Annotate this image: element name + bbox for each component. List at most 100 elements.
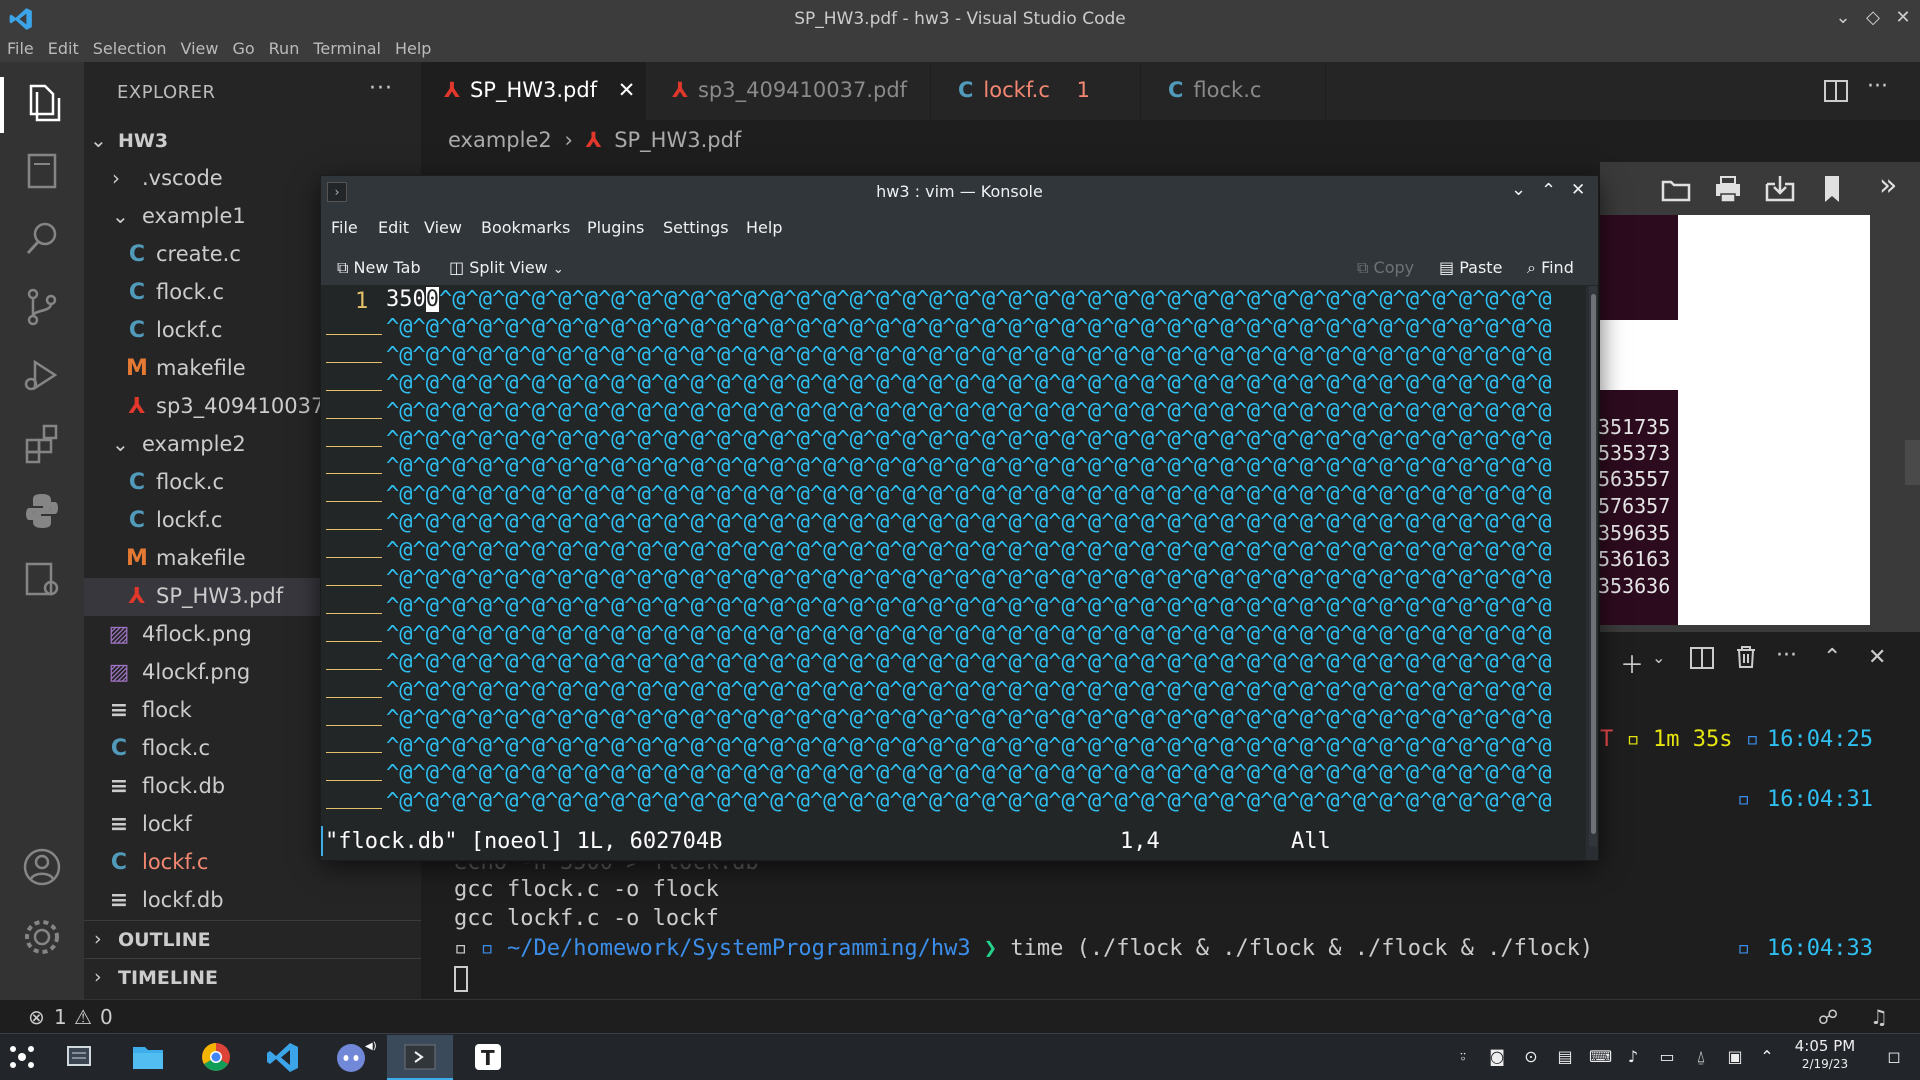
vim-buffer-line: ^@^@^@^@^@^@^@^@^@^@^@^@^@^@^@^@^@^@^@^@… [386, 370, 1552, 396]
konsole-terminal[interactable]: 1 3500^@^@^@^@^@^@^@^@^@^@^@^@^@^@^@^@^@… [321, 286, 1586, 860]
keyboard-tray-icon[interactable]: ⌨ [1589, 1047, 1612, 1067]
timeline-section[interactable]: › TIMELINE [84, 958, 421, 996]
file-manager-app[interactable] [115, 1035, 181, 1080]
media-tray-icon[interactable]: ⊙ [1521, 1047, 1541, 1067]
workspace-root[interactable]: ⌄ HW3 [84, 122, 421, 160]
split-editor-icon[interactable] [1824, 80, 1848, 102]
menu-file[interactable]: File [0, 38, 41, 58]
extensions-icon[interactable] [17, 418, 67, 468]
discord-tray-icon[interactable]: ◙ [1487, 1047, 1507, 1067]
chevron-up-icon[interactable]: ⌃ [1823, 645, 1841, 670]
explorer-icon[interactable] [17, 78, 67, 128]
maximize-icon[interactable]: ⌃ [1541, 180, 1556, 201]
vscode-app[interactable] [251, 1035, 317, 1080]
chevron-right-icon: › [112, 166, 120, 190]
warning-count[interactable]: 0 [100, 1005, 113, 1029]
menu-run[interactable]: Run [262, 38, 307, 58]
clipboard-tray-icon[interactable]: ▤ [1555, 1047, 1575, 1067]
split-view-button[interactable]: ◫ Split View ⌄ [449, 258, 564, 277]
print-icon[interactable] [1711, 172, 1745, 206]
download-icon[interactable] [1763, 172, 1797, 206]
tab-flock-c[interactable]: Cflock.c [1141, 62, 1326, 120]
discord-app[interactable]: ◀) [319, 1035, 385, 1080]
menu-terminal[interactable]: Terminal [306, 38, 388, 58]
minimize-icon[interactable]: ⌄ [1511, 179, 1526, 200]
error-icon[interactable]: ⊗ [28, 1005, 45, 1029]
close-tab-icon[interactable]: ✕ [618, 78, 636, 102]
app-launcher[interactable] [0, 1035, 44, 1080]
svg-text:T: T [481, 1046, 495, 1070]
notebook-icon[interactable] [17, 146, 67, 196]
breadcrumb-folder[interactable]: example2 [448, 128, 552, 152]
double-chevron-right-icon[interactable]: » [1879, 168, 1897, 203]
accounts-feedback-icon[interactable]: ☍ [1818, 1005, 1838, 1029]
trash-icon[interactable] [1735, 645, 1757, 669]
konsole-menu-edit[interactable]: Edit [378, 218, 409, 237]
new-tab-button[interactable]: ⧉ New Tab [337, 258, 421, 278]
updates-tray-icon[interactable]: ⍤ [1453, 1047, 1473, 1067]
tree-item-lockf-db[interactable]: ≡ lockf.db [84, 882, 421, 920]
chrome-app[interactable] [183, 1035, 249, 1080]
more-actions-icon[interactable]: ··· [1867, 74, 1888, 99]
more-actions-icon[interactable]: ··· [369, 76, 393, 101]
split-terminal-icon[interactable] [1690, 647, 1714, 669]
pdf-number: 359635 [1598, 521, 1671, 545]
maximize-icon[interactable]: ◇ [1858, 7, 1888, 28]
volume-tray-icon[interactable]: ♪ [1623, 1047, 1643, 1067]
show-desktop-icon[interactable]: ◻ [1884, 1047, 1904, 1067]
tab-lockf-c[interactable]: Clockf.c 1 [931, 62, 1141, 120]
close-panel-icon[interactable]: ✕ [1868, 645, 1886, 670]
notifications-bell-icon[interactable]: ♫ [1870, 1005, 1888, 1029]
source-control-icon[interactable] [17, 282, 67, 332]
menu-help[interactable]: Help [388, 38, 438, 58]
battery-tray-icon[interactable]: ▭ [1657, 1047, 1677, 1067]
konsole-scrollbar-thumb[interactable] [1591, 294, 1596, 834]
remote-explorer-icon[interactable] [17, 554, 67, 604]
chevron-down-icon[interactable]: ⌄ [1652, 648, 1665, 667]
account-icon[interactable] [17, 842, 67, 892]
network-tray-icon[interactable]: ▣ [1725, 1047, 1745, 1067]
copy-button[interactable]: ⧉ Copy [1357, 258, 1414, 278]
outline-section[interactable]: › OUTLINE [84, 920, 421, 958]
breadcrumb-file[interactable]: SP_HW3.pdf [614, 128, 741, 152]
paste-button[interactable]: ▤ Paste [1439, 258, 1502, 277]
konsole-menu-file[interactable]: File [331, 218, 358, 237]
search-icon[interactable] [17, 214, 67, 264]
konsole-menu-bookmarks[interactable]: Bookmarks [481, 218, 570, 237]
more-actions-icon[interactable]: ··· [1776, 643, 1797, 668]
microphone-tray-icon[interactable]: ⍙ [1691, 1047, 1711, 1067]
konsole-menu-help[interactable]: Help [746, 218, 782, 237]
minimize-icon[interactable]: ⌄ [1828, 7, 1858, 28]
tray-expand-icon[interactable]: ⌃ [1757, 1047, 1777, 1067]
text-editor-app[interactable]: T [455, 1035, 521, 1080]
find-button[interactable]: ⌕ Find [1527, 258, 1574, 278]
editor-scrollbar[interactable] [1905, 440, 1920, 485]
error-count[interactable]: 1 [54, 1005, 67, 1029]
bookmark-icon[interactable] [1815, 172, 1849, 206]
tab-sp-hw3-pdf[interactable]: ⅄ SP_HW3.pdf ✕ [421, 62, 646, 120]
warning-icon[interactable]: ⚠ [74, 1005, 92, 1029]
menu-selection[interactable]: Selection [86, 38, 174, 58]
menu-view[interactable]: View [174, 38, 226, 58]
tab-sp3-pdf[interactable]: ⅄ sp3_409410037.pdf [646, 62, 931, 120]
taskbar-clock[interactable]: 4:05 PM 2/19/23 [1790, 1037, 1860, 1073]
vim-buffer-line: ^@^@^@^@^@^@^@^@^@^@^@^@^@^@^@^@^@^@^@^@… [386, 733, 1552, 759]
konsole-app[interactable] [387, 1035, 453, 1080]
open-file-icon[interactable] [1659, 172, 1693, 206]
python-icon[interactable] [17, 486, 67, 536]
konsole-menu-plugins[interactable]: Plugins [587, 218, 644, 237]
tree-item-label: example2 [142, 432, 246, 456]
konsole-menu-view[interactable]: View [424, 218, 462, 237]
menu-edit[interactable]: Edit [41, 38, 86, 58]
menu-go[interactable]: Go [225, 38, 261, 58]
konsole-title-bar: › hw3 : vim — Konsole ⌄ ⌃ ✕ [321, 176, 1598, 208]
vim-buffer-line: ^@^@^@^@^@^@^@^@^@^@^@^@^@^@^@^@^@^@^@^@… [386, 314, 1552, 340]
new-terminal-icon[interactable]: ＋ [1620, 645, 1644, 680]
konsole-menu-settings[interactable]: Settings [663, 218, 729, 237]
workspace-root-label: HW3 [118, 130, 169, 152]
task-manager-app[interactable] [46, 1035, 112, 1080]
close-window-icon[interactable]: ✕ [1888, 7, 1918, 28]
close-window-icon[interactable]: ✕ [1571, 180, 1585, 200]
settings-gear-icon[interactable] [17, 912, 67, 962]
run-debug-icon[interactable] [17, 350, 67, 400]
